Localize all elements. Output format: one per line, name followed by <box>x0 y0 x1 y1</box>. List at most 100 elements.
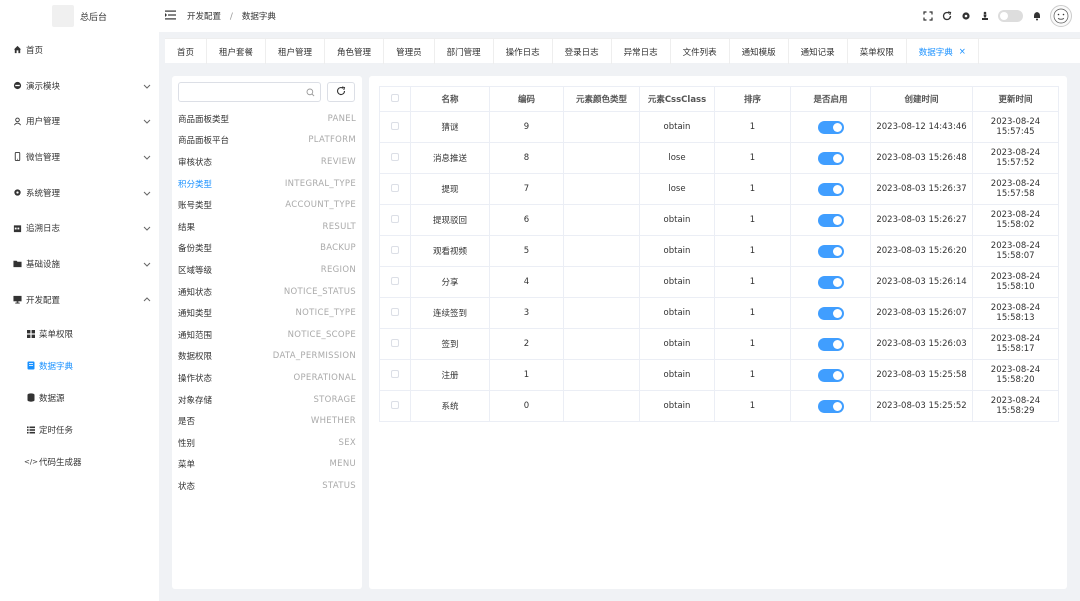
tab-operation-log[interactable]: 操作日志 <box>494 39 553 64</box>
row-checkbox-cell[interactable] <box>379 204 411 236</box>
sidebar-item-home[interactable]: 首页 <box>0 32 159 68</box>
dict-type-item[interactable]: 账号类型 ACCOUNT_TYPE <box>172 194 362 216</box>
dict-type-item[interactable]: 积分类型 INTEGRAL_TYPE <box>172 173 362 195</box>
tab-login-log[interactable]: 登录日志 <box>553 39 612 64</box>
sidebar-item-demo[interactable]: 演示模块 <box>0 68 159 104</box>
table-row[interactable]: 系统 0 obtain 1 2023-08-03 15:25:52 2023-08-24 … <box>379 390 1059 422</box>
avatar[interactable] <box>1050 5 1072 27</box>
table-row[interactable]: 消息推送 8 lose 1 2023-08-03 15:26:48 2023-08-24 … <box>379 142 1059 174</box>
enabled-switch[interactable] <box>817 120 844 134</box>
table-row[interactable]: 提现驳回 6 obtain 1 2023-08-03 15:26:27 2023-08-2… <box>379 204 1059 236</box>
row-checkbox[interactable] <box>391 152 399 161</box>
tab-file-list[interactable]: 文件列表 <box>671 39 730 64</box>
tab-home[interactable]: 首页 <box>165 39 208 64</box>
dict-type-item[interactable]: 通知范围 NOTICE_SCOPE <box>172 324 362 346</box>
tab-admin[interactable]: 管理员 <box>384 39 435 64</box>
table-row[interactable]: 注册 1 obtain 1 2023-08-03 15:25:58 2023-08-24 … <box>379 359 1059 391</box>
refresh-icon[interactable] <box>941 11 952 22</box>
dict-type-item[interactable]: 商品面板平台 PLATFORM <box>172 130 362 152</box>
row-checkbox[interactable] <box>391 400 399 409</box>
dict-type-item[interactable]: 对象存储 STORAGE <box>172 389 362 411</box>
table-cell: 2023-08-03 15:26:03 <box>870 328 973 360</box>
enabled-switch[interactable] <box>817 275 844 289</box>
sidebar-subitem-datasource[interactable]: 数据源 <box>0 382 159 414</box>
sidebar-item-logs[interactable]: 追溯日志 <box>0 210 159 246</box>
sidebar-item-users[interactable]: 用户管理 <box>0 103 159 139</box>
table-row[interactable]: 观看视频 5 obtain 1 2023-08-03 15:26:20 2023-08-2… <box>379 235 1059 267</box>
sidebar-item-devconfig[interactable]: 开发配置 <box>0 282 159 318</box>
row-checkbox-cell[interactable] <box>379 111 411 143</box>
fullscreen-icon[interactable] <box>922 11 933 22</box>
dict-type-item[interactable]: 通知类型 NOTICE_TYPE <box>172 302 362 324</box>
sidebar-item-wechat[interactable]: 微信管理 <box>0 139 159 175</box>
enabled-switch[interactable] <box>817 151 844 165</box>
sidebar-item-infra[interactable]: 基础设施 <box>0 246 159 282</box>
table-row[interactable]: 分享 4 obtain 1 2023-08-03 15:26:14 2023-08-24 … <box>379 266 1059 298</box>
enabled-switch[interactable] <box>817 368 844 382</box>
enabled-switch[interactable] <box>817 306 844 320</box>
dict-type-item[interactable]: 通知状态 NOTICE_STATUS <box>172 281 362 303</box>
tab-tenant-management[interactable]: 租户管理 <box>266 39 326 64</box>
enabled-switch[interactable] <box>817 182 844 196</box>
row-checkbox[interactable] <box>391 183 399 192</box>
enabled-switch[interactable] <box>817 244 844 258</box>
select-all-checkbox[interactable] <box>391 93 399 102</box>
dict-type-item[interactable]: 状态 STATUS <box>172 475 362 497</box>
enabled-switch[interactable] <box>817 213 844 227</box>
tab-data-dict[interactable]: 数据字典 × <box>907 39 979 64</box>
table-row[interactable]: 提现 7 lose 1 2023-08-03 15:26:37 2023-08-24 15… <box>379 173 1059 205</box>
row-checkbox[interactable] <box>391 307 399 316</box>
row-checkbox[interactable] <box>391 369 399 378</box>
row-checkbox-cell[interactable] <box>379 142 411 174</box>
dict-type-item[interactable]: 性别 SEX <box>172 432 362 454</box>
dict-search-input[interactable] <box>178 82 321 102</box>
dict-type-item[interactable]: 备份类型 BACKUP <box>172 238 362 260</box>
enabled-switch[interactable] <box>817 399 844 413</box>
dict-type-item[interactable]: 审核状态 REVIEW <box>172 151 362 173</box>
row-checkbox[interactable] <box>391 245 399 254</box>
dict-type-item[interactable]: 数据权限 DATA_PERMISSION <box>172 346 362 368</box>
dict-type-item[interactable]: 是否 WHETHER <box>172 410 362 432</box>
dict-type-item[interactable]: 商品面板类型 PANEL <box>172 108 362 130</box>
row-checkbox-cell[interactable] <box>379 359 411 391</box>
theme-switch[interactable] <box>998 10 1023 22</box>
close-icon[interactable]: × <box>959 47 966 57</box>
row-checkbox-cell[interactable] <box>379 390 411 422</box>
sidebar-subitem-data-dict[interactable]: 数据字典 <box>0 350 159 382</box>
menu-fold-icon[interactable] <box>165 10 177 22</box>
row-checkbox-cell[interactable] <box>379 235 411 267</box>
row-checkbox[interactable] <box>391 338 399 347</box>
row-checkbox[interactable] <box>391 276 399 285</box>
row-checkbox[interactable] <box>391 121 399 130</box>
row-checkbox-cell[interactable] <box>379 266 411 298</box>
tab-role-management[interactable]: 角色管理 <box>325 39 385 64</box>
sidebar-item-system[interactable]: 系统管理 <box>0 175 159 211</box>
select-all-checkbox-cell[interactable] <box>379 86 411 112</box>
chess-icon[interactable] <box>979 11 990 22</box>
breadcrumb-item[interactable]: 开发配置 <box>187 12 221 22</box>
sidebar-subitem-menu-permission[interactable]: 菜单权限 <box>0 318 159 350</box>
sidebar-subitem-code-generator[interactable]: </> 代码生成器 <box>0 446 159 478</box>
tab-menu-permission[interactable]: 菜单权限 <box>848 39 907 64</box>
tab-tenant-package[interactable]: 租户套餐 <box>207 39 267 64</box>
row-checkbox[interactable] <box>391 214 399 223</box>
tab-notice-record[interactable]: 通知记录 <box>789 39 848 64</box>
tab-notice-template[interactable]: 通知模版 <box>730 39 789 64</box>
row-checkbox-cell[interactable] <box>379 297 411 329</box>
dict-type-item[interactable]: 操作状态 OPERATIONAL <box>172 367 362 389</box>
table-row[interactable]: 连续签到 3 obtain 1 2023-08-03 15:26:07 2023-08-2… <box>379 297 1059 329</box>
dict-type-item[interactable]: 结果 RESULT <box>172 216 362 238</box>
tab-exception-log[interactable]: 异常日志 <box>612 39 671 64</box>
table-row[interactable]: 猜谜 9 obtain 1 2023-08-12 14:43:46 2023-08-24 … <box>379 111 1059 143</box>
dict-type-item[interactable]: 区域等级 REGION <box>172 259 362 281</box>
row-checkbox-cell[interactable] <box>379 328 411 360</box>
table-row[interactable]: 签到 2 obtain 1 2023-08-03 15:26:03 2023-08-24 … <box>379 328 1059 360</box>
bell-icon[interactable] <box>1031 11 1042 22</box>
dict-type-item[interactable]: 菜单 MENU <box>172 454 362 476</box>
gear-icon[interactable] <box>960 11 971 22</box>
tab-department[interactable]: 部门管理 <box>435 39 494 64</box>
row-checkbox-cell[interactable] <box>379 173 411 205</box>
sidebar-subitem-scheduled-tasks[interactable]: 定时任务 <box>0 414 159 446</box>
enabled-switch[interactable] <box>817 337 844 351</box>
refresh-button[interactable] <box>327 82 355 102</box>
